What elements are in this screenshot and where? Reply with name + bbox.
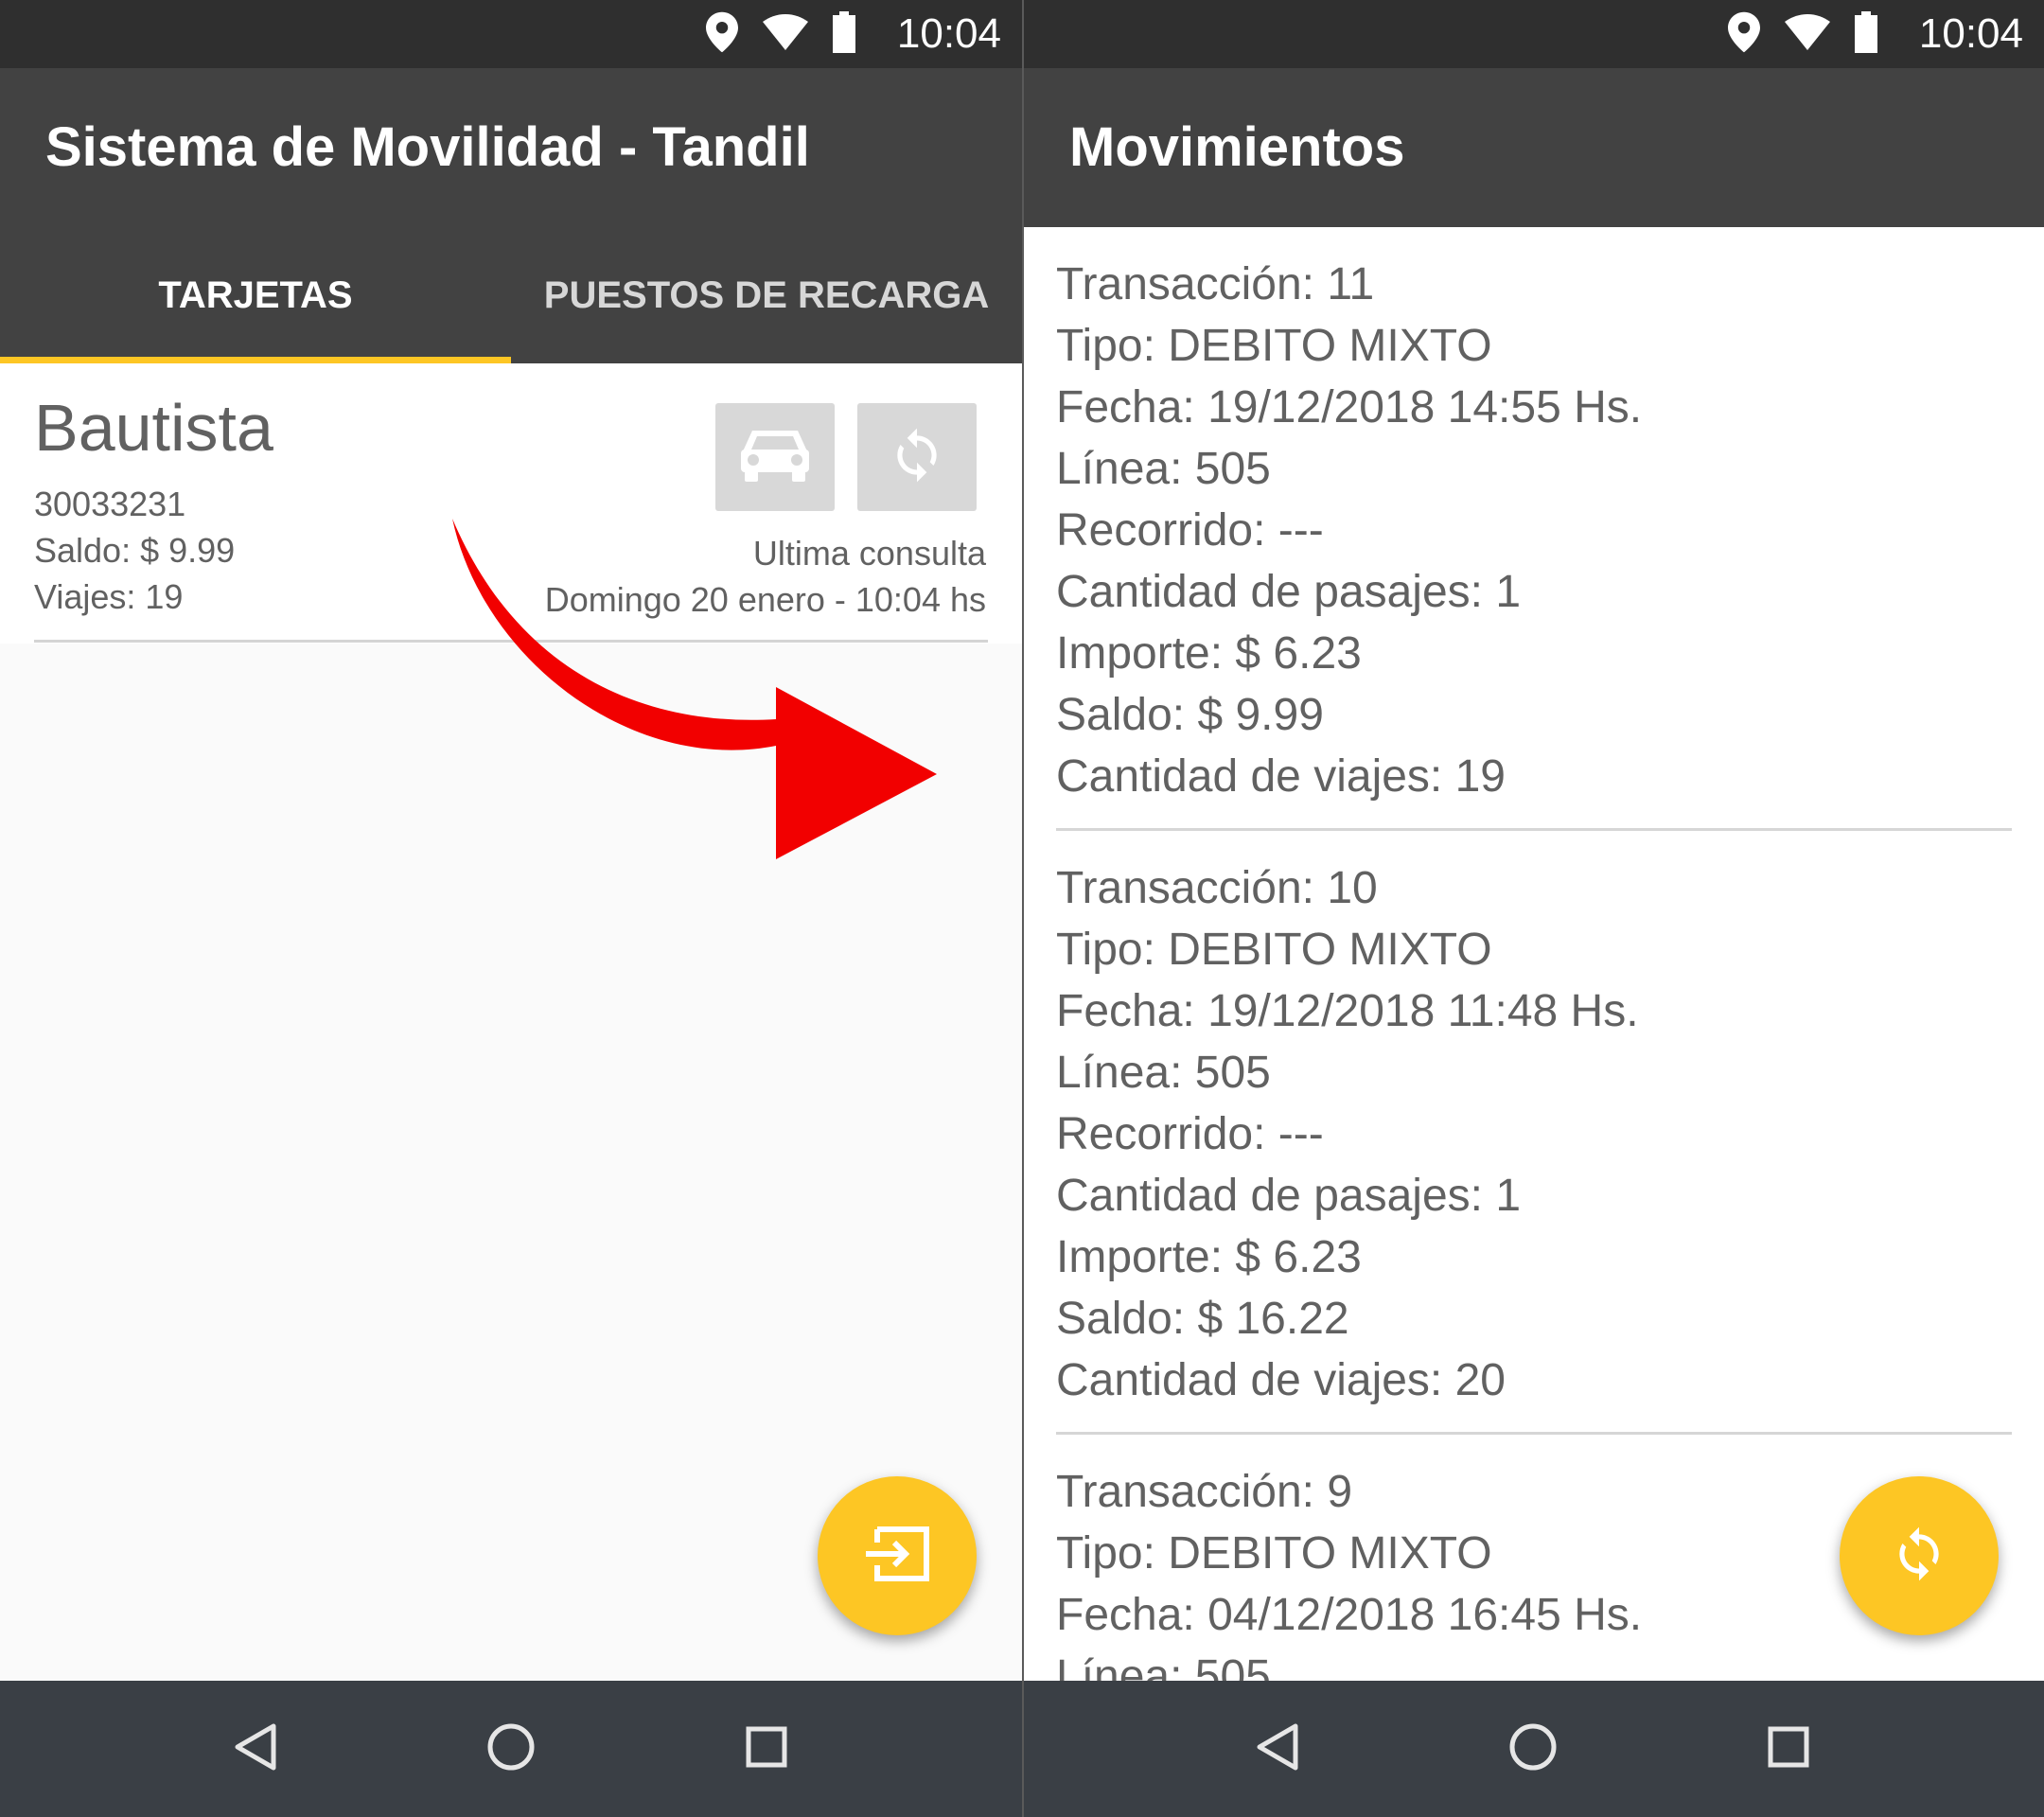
transaction-route: Recorrido: ---: [1056, 1109, 1324, 1159]
battery-icon: [1854, 10, 1877, 58]
page-title: Movimientos: [1069, 116, 1405, 178]
transaction-balance: Saldo: $ 16.22: [1056, 1294, 1349, 1344]
transaction-type: Tipo: DEBITO MIXTO: [1056, 321, 1492, 371]
back-button[interactable]: [225, 1719, 286, 1779]
card-trips: Viajes: 19: [34, 577, 184, 616]
home-icon: [1508, 1722, 1558, 1776]
transaction-item: Transacción: 10 Tipo: DEBITO MIXTO Fecha…: [1024, 831, 2044, 1435]
app-bar: Movimientos: [1024, 68, 2044, 227]
transaction-id: Transacción: 10: [1056, 863, 1378, 913]
page-title: Sistema de Movilidad - Tandil: [45, 116, 810, 178]
refresh-icon: [1890, 1525, 1948, 1588]
recents-button[interactable]: [736, 1719, 797, 1779]
transactions-list[interactable]: Transacción: 11 Tipo: DEBITO MIXTO Fecha…: [1024, 227, 2044, 1681]
back-button[interactable]: [1247, 1719, 1308, 1779]
tab-tarjetas[interactable]: TARJETAS: [0, 227, 511, 363]
home-button[interactable]: [1503, 1719, 1563, 1779]
refresh-icon: [888, 426, 946, 489]
transactions-screen: 10:04 Movimientos Transacción: 11 Tipo: …: [1024, 0, 2044, 1817]
battery-icon: [832, 10, 855, 58]
transaction-passes: Cantidad de pasajes: 1: [1056, 1171, 1522, 1221]
status-bar: 10:04: [1024, 0, 2044, 68]
transaction-line: Línea: 505: [1056, 1048, 1271, 1098]
app-bar: Sistema de Movilidad - Tandil: [0, 68, 1022, 227]
transaction-type: Tipo: DEBITO MIXTO: [1056, 925, 1492, 975]
recents-button[interactable]: [1758, 1719, 1819, 1779]
location-icon: [1727, 11, 1760, 58]
status-time: 10:04: [896, 10, 1001, 57]
tab-bar: TARJETAS PUESTOS DE RECARGA: [0, 227, 1022, 363]
transaction-passes: Cantidad de pasajes: 1: [1056, 567, 1522, 617]
transaction-trips: Cantidad de viajes: 19: [1056, 751, 1506, 802]
card-number: 30033231: [34, 485, 186, 523]
transaction-date: Fecha: 19/12/2018 14:55 Hs.: [1056, 382, 1643, 432]
cards-screen: 10:04 Sistema de Movilidad - Tandil TARJ…: [0, 0, 1022, 1817]
car-button[interactable]: [715, 403, 835, 511]
back-icon: [234, 1722, 277, 1776]
car-icon: [737, 425, 813, 490]
refresh-fab[interactable]: [1840, 1476, 1999, 1635]
transaction-line: Línea: 505: [1056, 1651, 1271, 1681]
recents-icon: [745, 1725, 788, 1773]
transaction-id: Transacción: 11: [1056, 259, 1375, 309]
transaction-date: Fecha: 19/12/2018 11:48 Hs.: [1056, 986, 1639, 1036]
card-balance: Saldo: $ 9.99: [34, 531, 236, 570]
transaction-item: Transacción: 11 Tipo: DEBITO MIXTO Fecha…: [1024, 227, 2044, 831]
transaction-amount: Importe: $ 6.23: [1056, 628, 1362, 679]
refresh-card-button[interactable]: [857, 403, 977, 511]
home-button[interactable]: [481, 1719, 541, 1779]
status-time: 10:04: [1918, 10, 2023, 57]
transaction-route: Recorrido: ---: [1056, 505, 1324, 556]
status-bar: 10:04: [0, 0, 1022, 68]
input-icon: [862, 1526, 932, 1587]
navigation-bar: [0, 1681, 1022, 1817]
back-icon: [1256, 1722, 1299, 1776]
tab-puestos-de-recarga[interactable]: PUESTOS DE RECARGA: [511, 227, 1022, 363]
home-icon: [486, 1722, 536, 1776]
red-arrow-annotation: [445, 519, 946, 883]
recents-icon: [1767, 1725, 1810, 1773]
transaction-balance: Saldo: $ 9.99: [1056, 690, 1324, 740]
transaction-trips: Cantidad de viajes: 20: [1056, 1355, 1506, 1405]
wifi-icon: [762, 13, 808, 55]
transaction-line: Línea: 505: [1056, 444, 1271, 494]
location-icon: [705, 11, 738, 58]
card-holder-name: Bautista: [34, 391, 273, 465]
transaction-amount: Importe: $ 6.23: [1056, 1232, 1362, 1282]
navigation-bar: [1024, 1681, 2044, 1817]
add-card-fab[interactable]: [818, 1476, 977, 1635]
wifi-icon: [1784, 13, 1830, 55]
